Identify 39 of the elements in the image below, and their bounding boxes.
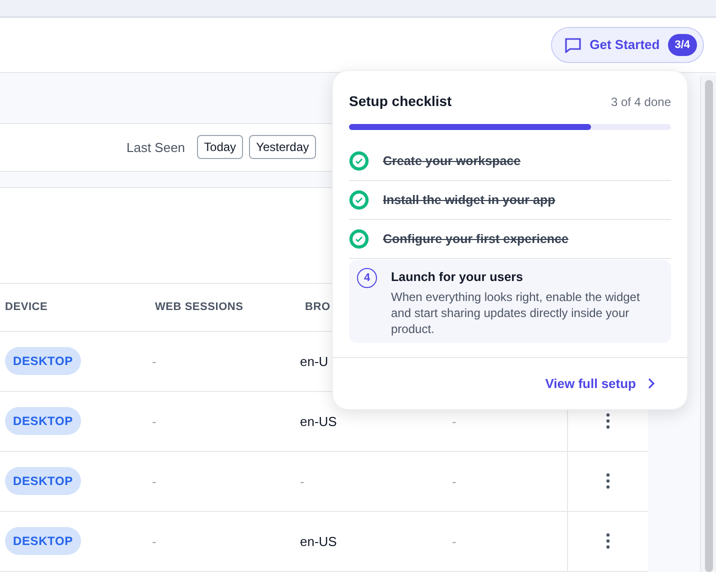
checklist-item[interactable]: Install the widget in your app <box>383 190 556 210</box>
chevron-right-icon <box>648 378 655 389</box>
table-cell: - <box>452 474 456 489</box>
column-header: BRO <box>305 301 330 314</box>
step-number: 4 <box>357 268 377 288</box>
checklist-item-card[interactable]: 4 Launch for your users When everything looks right, enable the widget and start sharing updates directly inside your product. <box>349 260 671 343</box>
table-cell: - <box>452 414 456 429</box>
checklist-item-title: Launch for your users <box>391 269 524 286</box>
progress-badge: 3/4 <box>668 34 697 56</box>
device-badge: DESKTOP <box>5 467 81 496</box>
scrollbar-thumb[interactable] <box>704 80 712 572</box>
checklist-item-description: When everything looks right, enable the widget and start sharing updates directly inside your product. <box>391 288 641 337</box>
table-cell: en-U <box>300 354 328 369</box>
table-cell: - <box>452 534 456 549</box>
table-cell: - <box>152 414 156 429</box>
table-cell: en-US <box>300 534 337 549</box>
device-badge: DESKTOP <box>5 527 81 556</box>
table-cell: - <box>152 534 156 549</box>
view-setup-link[interactable]: View full setup <box>545 374 655 393</box>
chat-icon <box>564 36 582 53</box>
checklist-title: Setup checklist <box>349 92 452 111</box>
column-header: DEVICE <box>5 301 48 314</box>
checklist-item[interactable]: Configure your first experience <box>383 230 568 248</box>
filter-chip[interactable]: Yesterday <box>249 135 316 160</box>
table-cell: - <box>152 474 156 489</box>
device-badge: DESKTOP <box>5 347 81 376</box>
more-icon[interactable] <box>606 473 610 490</box>
table-cell: en-US <box>300 414 337 429</box>
filter-label: Last Seen <box>126 138 186 157</box>
get-started-button[interactable]: Get Started 3/4 <box>550 26 704 63</box>
more-icon[interactable] <box>606 413 610 430</box>
checklist-item[interactable]: Create your workspace <box>383 152 521 170</box>
table-cell: - <box>152 354 156 369</box>
column-header: WEB SESSIONS <box>155 301 244 314</box>
device-badge: DESKTOP <box>5 407 81 436</box>
more-icon[interactable] <box>606 533 610 550</box>
filter-chip[interactable]: Today <box>197 135 244 160</box>
table-cell: - <box>300 474 304 489</box>
progress-count: 3 of 4 done <box>610 94 671 110</box>
